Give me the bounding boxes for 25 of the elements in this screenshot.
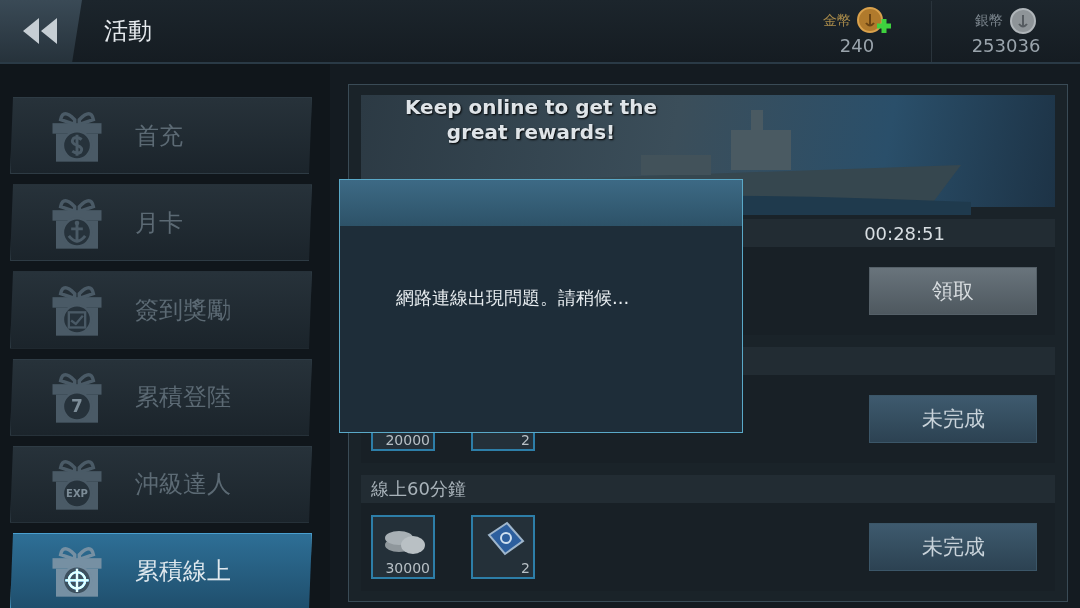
- sidebar-tab[interactable]: 累積線上: [10, 532, 312, 608]
- reward-count: 20000: [385, 432, 430, 448]
- back-button[interactable]: [0, 0, 82, 62]
- sidebar-tab[interactable]: 首充: [10, 97, 312, 175]
- sidebar-tab[interactable]: 月卡: [10, 184, 312, 262]
- banner-text: Keep online to get the great rewards!: [403, 95, 658, 146]
- sidebar-tab[interactable]: EXP 沖級達人: [10, 445, 312, 523]
- reward-count: 2: [521, 560, 530, 576]
- currency-label: 金幣: [823, 11, 851, 30]
- claim-button[interactable]: 領取: [869, 267, 1037, 315]
- countdown-timer: 00:28:51: [864, 222, 945, 244]
- coin-icon: [1009, 6, 1037, 35]
- claim-button[interactable]: 未完成: [869, 523, 1037, 571]
- sidebar-tab[interactable]: 7 累積登陸: [10, 358, 312, 436]
- coin-add-icon[interactable]: [857, 6, 891, 35]
- reward-title: 線上60分鐘: [371, 477, 466, 501]
- reward-count: 30000: [385, 560, 430, 576]
- sidebar-tab[interactable]: 簽到獎勵: [10, 271, 312, 349]
- dialog-message: 網路連線出現問題。請稍候...: [395, 286, 631, 310]
- page-title: 活動: [104, 16, 153, 47]
- claim-button[interactable]: 未完成: [869, 395, 1037, 443]
- reward-count: 2: [521, 432, 530, 448]
- currency-amount: 253036: [971, 34, 1041, 56]
- currency-label: 銀幣: [975, 11, 1003, 30]
- currency-amount: 240: [839, 34, 875, 56]
